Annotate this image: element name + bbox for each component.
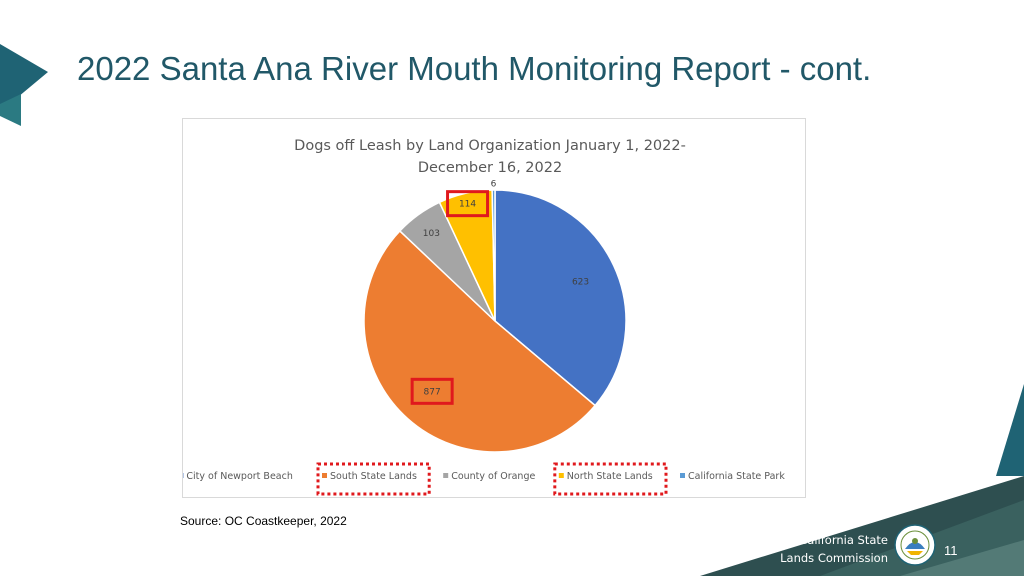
- footer-org-line-2: Lands Commission: [780, 551, 888, 565]
- data-label-county-of-orange: 103: [423, 229, 440, 239]
- data-label-south-state-lands: 877: [424, 387, 441, 397]
- legend-label-north-state-lands: North State Lands: [567, 471, 653, 482]
- data-label-city-of-newport-beach: 623: [572, 277, 589, 287]
- chart-title-line-2: December 16, 2022: [418, 160, 562, 176]
- legend-swatch-county-of-orange: [443, 473, 449, 478]
- right-triangle-shape: [996, 384, 1024, 476]
- legend-swatch-california-state-park: [680, 473, 685, 478]
- legend-label-county-of-orange: County of Orange: [451, 471, 535, 482]
- slide-title: 2022 Santa Ana River Mouth Monitoring Re…: [77, 50, 872, 87]
- chart-title-line-1: Dogs off Leash by Land Organization Janu…: [294, 138, 686, 154]
- legend-label-city-of-newport-beach: City of Newport Beach: [186, 471, 292, 482]
- legend-label-california-state-park: California State Park: [688, 471, 785, 482]
- legend-label-south-state-lands: South State Lands: [330, 471, 417, 482]
- seal-icon: [894, 524, 936, 566]
- footer-org-line-1: California State: [799, 533, 888, 547]
- chart-frame: Dogs off Leash by Land Organization Janu…: [182, 118, 806, 498]
- data-label-california-state-park: 6: [491, 179, 497, 189]
- legend-swatch-south-state-lands: [322, 473, 327, 478]
- source-caption: Source: OC Coastkeeper, 2022: [180, 514, 347, 528]
- footer-organization: California State Lands Commission: [766, 531, 888, 567]
- slide-number: 11: [944, 543, 958, 558]
- data-label-north-state-lands: 114: [459, 200, 476, 210]
- pie-chart: Dogs off Leash by Land Organization Janu…: [183, 138, 785, 496]
- legend-swatch-north-state-lands: [558, 473, 564, 478]
